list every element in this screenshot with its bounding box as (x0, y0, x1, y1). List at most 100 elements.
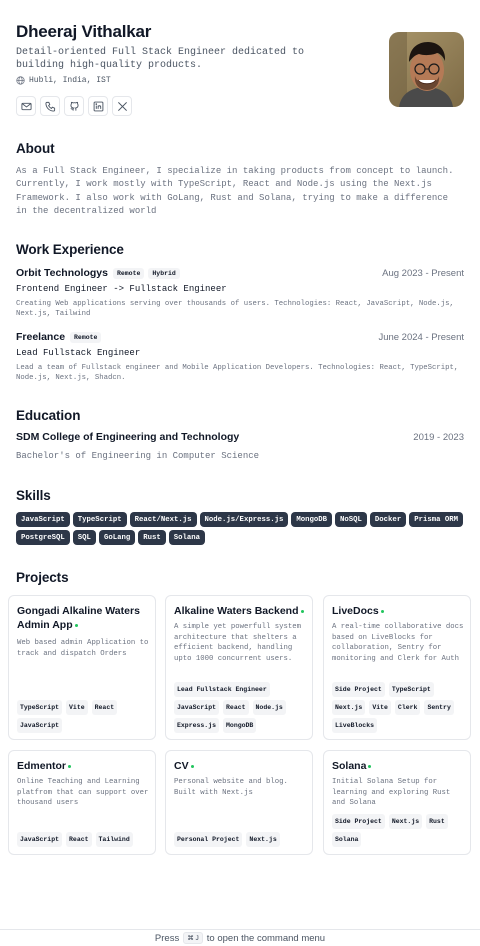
skill-badge: JavaScript (16, 512, 70, 527)
project-tag: Rust (426, 814, 448, 829)
skill-badge: Solana (168, 530, 206, 545)
company-link[interactable]: Freelance (16, 331, 65, 343)
about-text: As a Full Stack Engineer, I specialize i… (16, 166, 454, 216)
resume-page: Dheeraj Vithalkar Detail-oriented Full S… (16, 0, 464, 585)
linkedin-button[interactable] (88, 96, 108, 116)
project-tag: Node.js (252, 700, 286, 715)
project-description: Web based admin Application to track and… (17, 639, 149, 658)
globe-icon (16, 76, 25, 85)
project-description: Online Teaching and Learning platfrom th… (17, 778, 149, 808)
project-description: Initial Solana Setup for learning and ex… (332, 778, 451, 808)
status-dot (74, 623, 78, 627)
project-title: LiveDocs (332, 605, 379, 617)
job-badge: Hybrid (148, 267, 180, 279)
project-title: Edmentor (17, 760, 67, 772)
profile-tagline: Detail-oriented Full Stack Engineer dedi… (16, 47, 305, 71)
education-item: SDM College of Engineering and Technolog… (16, 431, 464, 461)
project-description: Personal website and blog. Built with Ne… (174, 778, 288, 797)
project-tag: JavaScript (17, 718, 63, 733)
project-title: CV (174, 760, 189, 772)
school-name: SDM College of Engineering and Technolog… (16, 431, 240, 443)
skill-badge: Prisma ORM (409, 512, 463, 527)
job-role: Lead Fullstack Engineer (16, 348, 141, 358)
project-card[interactable]: LiveDocs A real-time collaborative docs … (323, 595, 471, 740)
skill-badge: NoSQL (335, 512, 367, 527)
x-icon (117, 101, 127, 111)
social-links (16, 96, 132, 116)
profile-name: Dheeraj Vithalkar (16, 22, 152, 41)
degree-text: Bachelor's of Engineering in Computer Sc… (16, 451, 260, 461)
status-dot (300, 609, 304, 613)
project-tag: React (223, 700, 249, 715)
command-hint-prefix: Press (154, 932, 180, 944)
job-dates: Aug 2023 - Present (382, 267, 464, 279)
project-tag: Sentry (424, 700, 454, 715)
project-tags: Side Project TypeScript Next.js Vite Cle… (332, 682, 467, 733)
project-card[interactable]: Gongadi Alkaline Waters Admin App Web ba… (8, 595, 156, 740)
project-tag: JavaScript (17, 832, 63, 847)
command-shortcut-key[interactable]: ⌘ J (183, 932, 203, 944)
project-card[interactable]: CV Personal website and blog. Built with… (165, 750, 313, 855)
project-tags: TypeScript Vite React JavaScript (17, 700, 152, 733)
status-dot (68, 764, 72, 768)
project-tag: Lead Fullstack Engineer (174, 682, 270, 697)
job-description: Lead a team of Fullstack engineer and Mo… (16, 364, 459, 382)
phone-button[interactable] (40, 96, 60, 116)
phone-icon (44, 101, 55, 112)
skill-badge: React/Next.js (129, 512, 197, 527)
projects-heading: Projects (16, 570, 69, 585)
project-tag: Solana (332, 832, 362, 847)
project-description: A simple yet powerfull system architectu… (174, 623, 301, 663)
project-tag: JavaScript (174, 700, 220, 715)
project-title: Alkaline Waters Backend (174, 605, 299, 617)
work-heading: Work Experience (16, 242, 124, 257)
project-tag: TypeScript (17, 700, 63, 715)
project-tag: React (66, 832, 92, 847)
job-description: Creating Web applications serving over t… (16, 300, 454, 318)
avatar (389, 32, 464, 107)
email-button[interactable] (16, 96, 36, 116)
project-tag: LiveBlocks (332, 718, 378, 733)
skill-badge: Docker (369, 512, 407, 527)
project-tags: Lead Fullstack Engineer JavaScript React… (174, 682, 309, 733)
x-button[interactable] (112, 96, 132, 116)
project-tag: Side Project (332, 814, 385, 829)
location-link[interactable]: Hubli, India, IST (16, 76, 111, 85)
project-title: Solana (332, 760, 367, 772)
profile-header: Dheeraj Vithalkar Detail-oriented Full S… (16, 0, 464, 125)
about-heading: About (16, 141, 55, 156)
mail-icon (20, 102, 32, 110)
skill-badge: Rust (138, 530, 166, 545)
status-dot (380, 609, 384, 613)
avatar-photo (389, 32, 464, 107)
project-card[interactable]: Solana Initial Solana Setup for learning… (323, 750, 471, 855)
skill-badge: SQL (72, 530, 96, 545)
github-icon (69, 101, 79, 111)
command-menu-hint: Press ⌘ J to open the command menu (0, 929, 480, 946)
skill-badge: Node.js/Express.js (199, 512, 289, 527)
project-card[interactable]: Alkaline Waters Backend A simple yet pow… (165, 595, 313, 740)
project-tag: Vite (66, 700, 88, 715)
project-tags: Side Project Next.js Rust Solana (332, 814, 467, 847)
education-heading: Education (16, 408, 81, 423)
project-tag: Next.js (332, 700, 366, 715)
skill-badge: GoLang (98, 530, 136, 545)
skills-heading: Skills (16, 488, 51, 503)
project-tag: Side Project (332, 682, 385, 697)
project-tag: Next.js (246, 832, 280, 847)
project-description: A real-time collaborative docs based on … (332, 623, 464, 663)
project-tag: Vite (369, 700, 391, 715)
command-hint-suffix: to open the command menu (206, 932, 326, 944)
job-dates: June 2024 - Present (378, 331, 464, 343)
location-text: Hubli, India, IST (29, 76, 111, 85)
company-link[interactable]: Orbit Technologys (16, 267, 108, 279)
project-title: Gongadi Alkaline Waters Admin App (17, 605, 140, 631)
job-badge: Remote (70, 331, 102, 343)
project-tag: Express.js (174, 718, 220, 733)
project-tag: Tailwind (95, 832, 133, 847)
project-card[interactable]: Edmentor Online Teaching and Learning pl… (8, 750, 156, 855)
github-button[interactable] (64, 96, 84, 116)
linkedin-icon (93, 101, 103, 111)
project-tags: Personal Project Next.js (174, 832, 309, 847)
skill-badge: PostgreSQL (16, 530, 70, 545)
